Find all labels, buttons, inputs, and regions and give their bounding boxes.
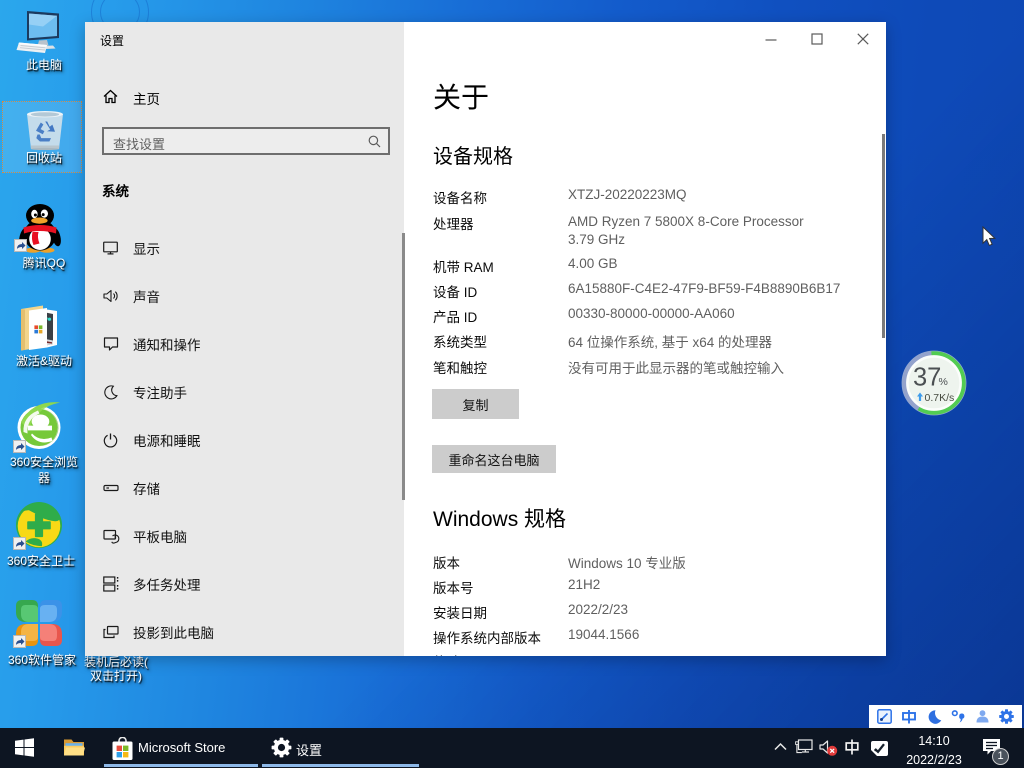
svg-text:37: 37	[913, 364, 941, 392]
svg-text:%: %	[939, 376, 948, 388]
svg-text:0.7K/s: 0.7K/s	[925, 392, 955, 404]
